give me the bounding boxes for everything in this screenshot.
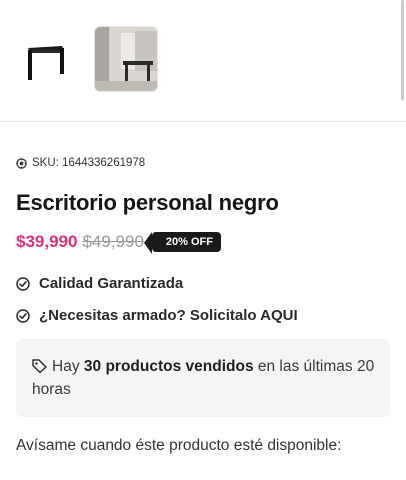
- tag-icon: [32, 359, 47, 373]
- thumbnail-desk[interactable]: [12, 26, 76, 92]
- sku-icon: [16, 157, 27, 169]
- product-thumbnails: [0, 0, 406, 122]
- feature-label: Calidad Garantizada: [39, 275, 184, 292]
- product-title: Escritorio personal negro: [16, 190, 279, 215]
- old-price: $49,990: [82, 232, 144, 251]
- assembly-link[interactable]: ¿Necesitas armado? Solicitalo AQUI: [39, 307, 298, 324]
- sales-info-box: Hay 30 productos vendidos en las últimas…: [16, 339, 390, 417]
- check-circle-icon: [16, 308, 30, 323]
- divider: [0, 121, 406, 122]
- discount-badge: 20% OFF: [151, 232, 221, 252]
- sales-prefix: Hay: [52, 358, 80, 375]
- scrollbar[interactable]: [401, 0, 404, 100]
- price-row: $39,990 $49,990 20% OFF: [16, 232, 221, 252]
- feature-assembly[interactable]: ¿Necesitas armado? Solicitalo AQUI: [16, 307, 298, 324]
- sku-row: SKU: 1644336261978: [16, 157, 145, 169]
- current-price: $39,990: [16, 232, 78, 251]
- check-circle-icon: [16, 276, 30, 291]
- room-image: [95, 27, 157, 91]
- thumbnail-room[interactable]: [94, 26, 158, 92]
- notify-text: Avísame cuando éste producto esté dispon…: [16, 437, 342, 454]
- desk-image: [28, 46, 64, 80]
- sku-label: SKU: 1644336261978: [32, 157, 146, 169]
- feature-quality: Calidad Garantizada: [16, 275, 183, 292]
- sales-highlight: 30 productos vendidos: [83, 358, 254, 375]
